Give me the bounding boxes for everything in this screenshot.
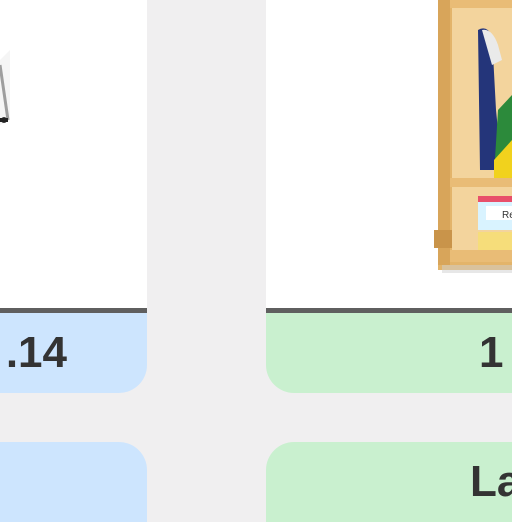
right-value-text: 1: [479, 328, 504, 377]
bin-label-text: Re: [502, 210, 512, 221]
cubby-shelf-image: Re: [434, 0, 512, 273]
right-label-text: La: [470, 457, 512, 506]
left-value-text: .14: [5, 328, 67, 377]
right-label-button[interactable]: La: [266, 442, 512, 522]
right-card-image[interactable]: Re: [266, 0, 512, 313]
right-value-badge: 1: [266, 313, 512, 393]
left-value-badge: .14: [0, 313, 147, 393]
left-label-button[interactable]: [0, 442, 147, 522]
left-card-image[interactable]: [0, 0, 147, 313]
easel-image: [0, 50, 10, 125]
